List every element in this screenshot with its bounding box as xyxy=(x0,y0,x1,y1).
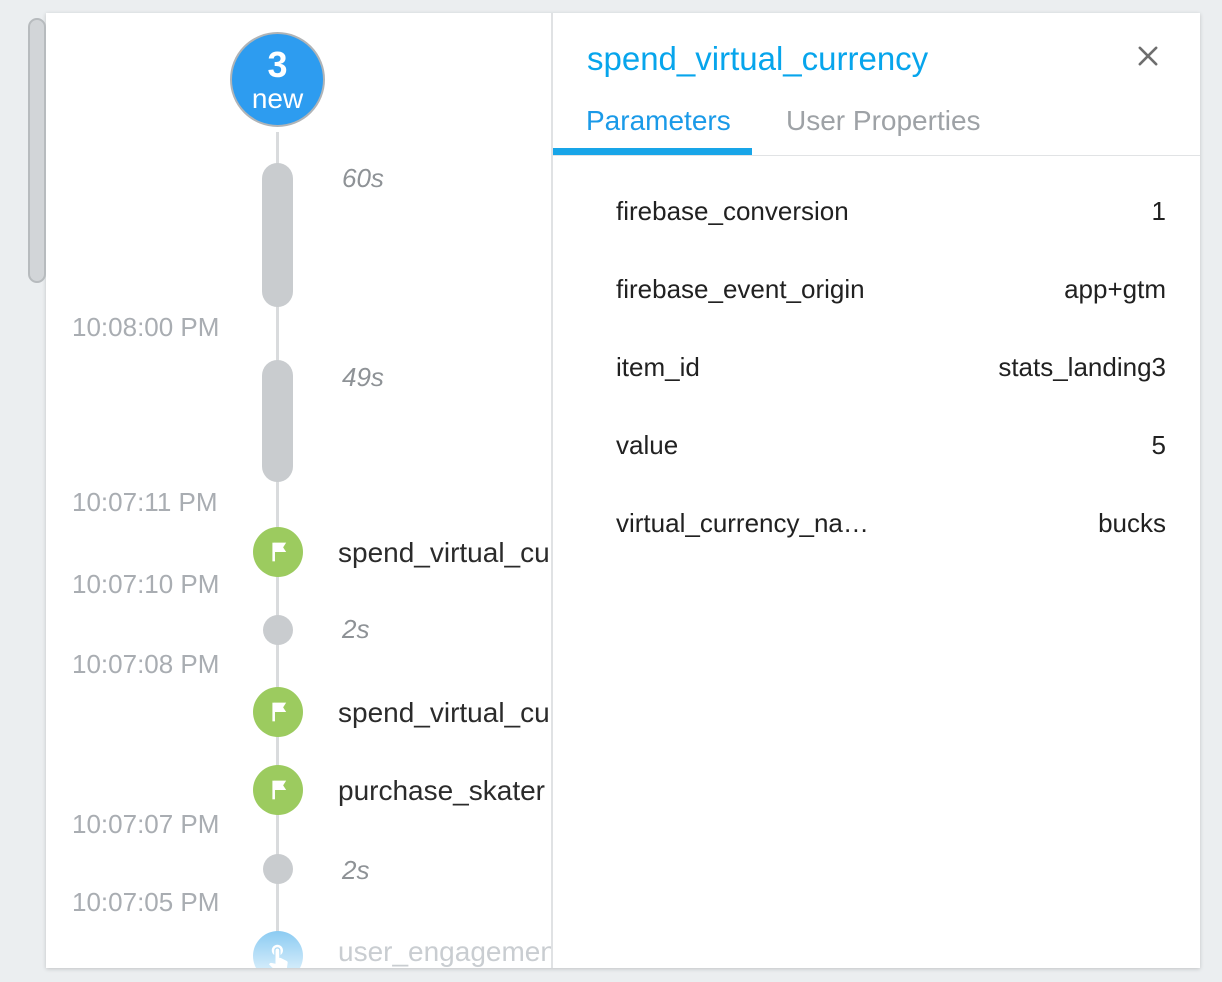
touch-icon[interactable] xyxy=(253,931,303,968)
timestamp: 10:07:10 PM xyxy=(72,569,272,600)
timestamp: 10:07:11 PM xyxy=(72,487,272,518)
parameter-row: item_id stats_landing3 xyxy=(553,328,1200,406)
parameter-value: 1 xyxy=(1152,196,1166,227)
parameter-row: firebase_conversion 1 xyxy=(553,172,1200,250)
parameter-value: 5 xyxy=(1152,430,1166,461)
badge-label: new xyxy=(252,84,303,114)
flag-icon[interactable] xyxy=(253,765,303,815)
parameter-key: firebase_conversion xyxy=(616,196,849,227)
gap-duration-label: 60s xyxy=(342,163,384,194)
event-detail-panel: spend_virtual_currency Parameters User P… xyxy=(551,13,1200,968)
scrollbar-thumb[interactable] xyxy=(28,18,46,283)
tab-user-properties[interactable]: User Properties xyxy=(786,105,981,137)
event-detail-title: spend_virtual_currency xyxy=(587,40,928,78)
event-name[interactable]: spend_virtual_curr xyxy=(338,697,551,729)
pause-dot xyxy=(263,854,293,884)
event-name[interactable]: purchase_skater xyxy=(338,775,545,807)
event-name: user_engagement xyxy=(338,936,551,968)
event-timeline: 3 new 60s 49s 10:08:00 PM 10:07:11 PM 10… xyxy=(46,13,551,968)
badge-count: 3 xyxy=(267,46,287,84)
parameter-key: virtual_currency_na… xyxy=(616,508,869,539)
session-gap-capsule xyxy=(262,163,293,307)
active-tab-underline xyxy=(553,148,752,155)
pause-duration-label: 2s xyxy=(342,614,369,645)
session-gap-capsule xyxy=(262,360,293,482)
pause-dot xyxy=(263,615,293,645)
parameter-key: item_id xyxy=(616,352,700,383)
flag-icon[interactable] xyxy=(253,687,303,737)
gap-duration-label: 49s xyxy=(342,362,384,393)
new-events-badge[interactable]: 3 new xyxy=(230,32,325,127)
detail-header: spend_virtual_currency Parameters User P… xyxy=(553,13,1200,156)
parameter-row: firebase_event_origin app+gtm xyxy=(553,250,1200,328)
parameter-value: app+gtm xyxy=(1064,274,1166,305)
parameter-row: virtual_currency_na… bucks xyxy=(553,484,1200,562)
pause-duration-label: 2s xyxy=(342,855,369,886)
flag-icon[interactable] xyxy=(253,527,303,577)
event-name[interactable]: spend_virtual_curr xyxy=(338,537,551,569)
parameter-key: firebase_event_origin xyxy=(616,274,865,305)
close-icon[interactable] xyxy=(1131,39,1165,73)
parameter-list: firebase_conversion 1 firebase_event_ori… xyxy=(553,156,1200,562)
parameter-value: stats_landing3 xyxy=(998,352,1166,383)
timestamp: 10:07:08 PM xyxy=(72,649,272,680)
parameter-key: value xyxy=(616,430,678,461)
timestamp: 10:07:07 PM xyxy=(72,809,272,840)
timestamp: 10:08:00 PM xyxy=(72,312,272,343)
parameter-row: value 5 xyxy=(553,406,1200,484)
debugview-panel: 3 new 60s 49s 10:08:00 PM 10:07:11 PM 10… xyxy=(46,13,1200,968)
parameter-value: bucks xyxy=(1098,508,1166,539)
timestamp: 10:07:05 PM xyxy=(72,887,272,918)
tab-parameters[interactable]: Parameters xyxy=(586,105,731,137)
